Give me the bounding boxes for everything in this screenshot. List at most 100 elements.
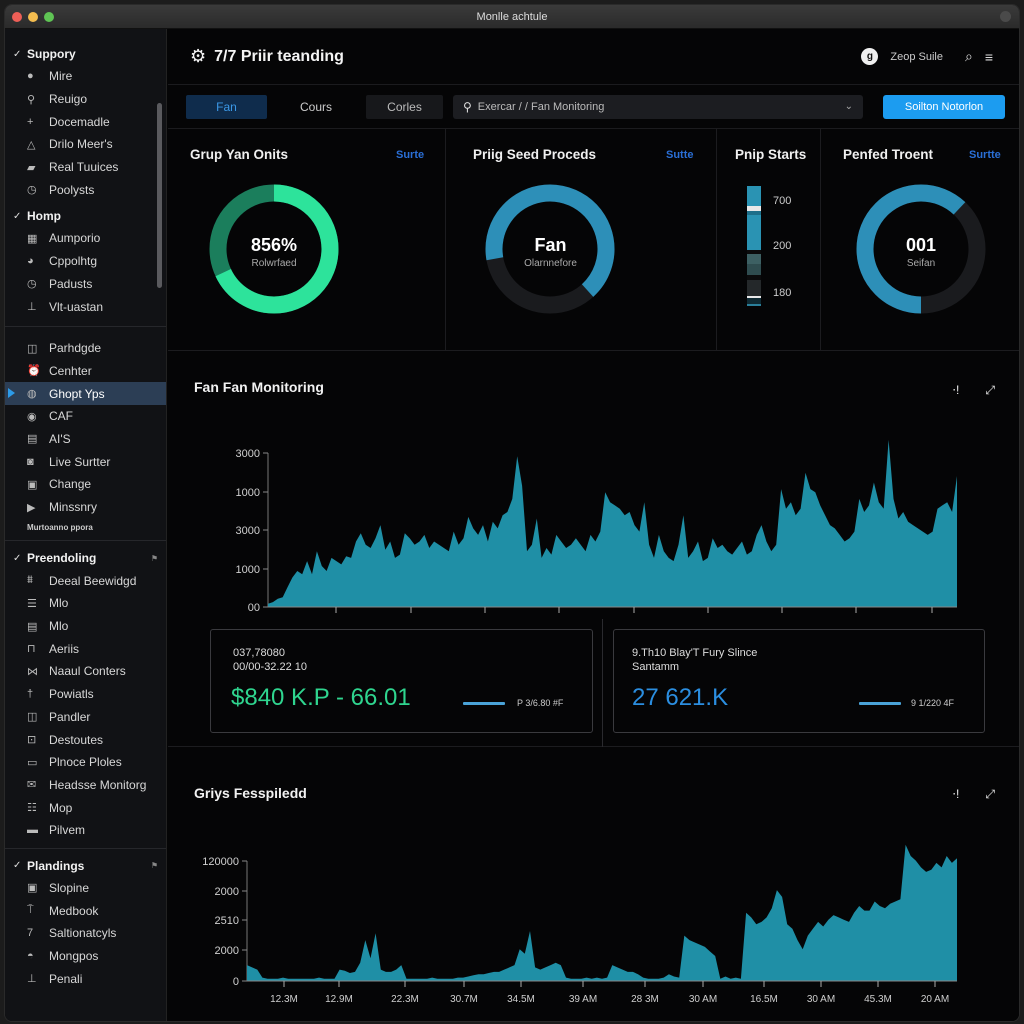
chevron-down-icon: ✓ bbox=[13, 552, 22, 564]
window-menu-button[interactable] bbox=[1000, 11, 1011, 22]
sidebar-item[interactable]: ◓ Mongpos bbox=[5, 945, 166, 968]
sidebar-item[interactable]: ◉ CAF bbox=[5, 405, 166, 428]
card-link[interactable]: Surte bbox=[396, 149, 424, 161]
y-tick-label: 1000 bbox=[236, 487, 260, 499]
sidebar-item[interactable]: ◫ Pandler bbox=[5, 706, 166, 729]
sidebar-item[interactable]: ▭ Plnoce Ploles bbox=[5, 751, 166, 774]
alarm-icon: ⏰ bbox=[27, 365, 41, 378]
sidebar-item[interactable]: ⏰ Cenhter bbox=[5, 360, 166, 383]
sidebar-item[interactable]: ⋈ Naaul Conters bbox=[5, 660, 166, 683]
y-tick-label: 3000 bbox=[236, 525, 260, 537]
sidebar-item[interactable]: ⚲ Reuigo bbox=[5, 88, 166, 111]
sidebar-item[interactable]: ▣ Change bbox=[5, 473, 166, 496]
sidebar-item[interactable]: ▣ Slopine bbox=[5, 877, 166, 900]
user-name[interactable]: Zeop Suile bbox=[890, 51, 943, 63]
x-tick-label: 16.5M bbox=[750, 994, 778, 1005]
document-icon: ▤ bbox=[27, 433, 38, 446]
sidebar-section-header[interactable]: ✓ Preendoling ⚑ bbox=[5, 547, 166, 569]
sidebar-item[interactable]: ● Mire bbox=[5, 65, 166, 88]
sidebar-subgroup-toggle[interactable]: Murtoanno ppora bbox=[5, 518, 166, 536]
sidebar-item[interactable]: ⩩ Deeal Beewidgd bbox=[5, 569, 166, 592]
sidebar-item[interactable]: △ Drilo Meer's bbox=[5, 133, 166, 156]
globe-icon: ◍ bbox=[27, 388, 37, 401]
sidebar-item[interactable]: ▬ Pilvem bbox=[5, 819, 166, 842]
user-area: g Zeop Suile ⌕ ≡ bbox=[861, 48, 993, 65]
stat-card: 9.Th10 Blay'T Fury Slince Santamm 27 621… bbox=[613, 629, 985, 733]
sidebar-item[interactable]: ⍑ Medbook bbox=[5, 899, 166, 922]
pin-icon[interactable]: ⚑ bbox=[151, 861, 158, 870]
stat-card: 037,78080 00/00-32.22 10 $840 K.P - 66.0… bbox=[210, 629, 593, 733]
primary-action-button[interactable]: Soilton Notorlon bbox=[883, 94, 1005, 119]
menu-icon[interactable]: ≡ bbox=[985, 49, 993, 65]
x-tick-label: 30.7M bbox=[450, 994, 478, 1005]
level-bar bbox=[747, 186, 761, 314]
x-tick-label: 30 AM bbox=[807, 994, 835, 1005]
sidebar-item-label: Vlt-uastan bbox=[49, 299, 104, 314]
sidebar-item-label: Minssnry bbox=[49, 500, 98, 515]
tab-cours[interactable]: Cours bbox=[267, 95, 365, 119]
level-label: 700 bbox=[773, 195, 792, 207]
window-title: Monlle achtule bbox=[476, 11, 548, 23]
sidebar-section-header[interactable]: ✓ Suppory bbox=[5, 43, 166, 65]
eye-icon: ◉ bbox=[27, 410, 37, 423]
sidebar-item[interactable]: ⊥ Penali bbox=[5, 967, 166, 990]
sidebar-item[interactable]: ◫ Parhdgde bbox=[5, 337, 166, 360]
sidebar-item-label: Live Surtter bbox=[49, 454, 111, 469]
sidebar-item[interactable]: † Powiatls bbox=[5, 683, 166, 706]
donut-value: Fan bbox=[534, 235, 567, 255]
sidebar-item[interactable]: ▤ Mlo bbox=[5, 615, 166, 638]
tab-corles[interactable]: Corles bbox=[366, 94, 443, 119]
lock-icon: ⊓ bbox=[27, 643, 36, 656]
sidebar-item[interactable]: 7 Saltionatcyls bbox=[5, 922, 166, 945]
sidebar-item-label: Pilvem bbox=[49, 823, 86, 838]
card-link[interactable]: Sutte bbox=[666, 149, 694, 161]
top-bar: ⚙ 7/7 Priir teanding g Zeop Suile ⌕ ≡ bbox=[168, 29, 1019, 85]
sidebar-item[interactable]: ▤ AI'S bbox=[5, 428, 166, 451]
sidebar-item[interactable]: ▶ Minssnry bbox=[5, 496, 166, 519]
stat-meta: 9 1/220 4F bbox=[911, 698, 955, 708]
area-series bbox=[268, 439, 957, 607]
calendar-icon: ▦ bbox=[27, 232, 38, 245]
sidebar-section-header[interactable]: ✓ Homp bbox=[5, 205, 166, 227]
stat-value: 27 621.K bbox=[632, 684, 729, 711]
search-input[interactable]: ⚲ Exercar / / Fan Monitoring ⌄ bbox=[453, 94, 863, 119]
card-link[interactable]: Surtte bbox=[969, 149, 1001, 161]
search-icon[interactable]: ⌕ bbox=[965, 48, 973, 65]
pin-icon[interactable]: ⚑ bbox=[151, 554, 158, 563]
plus-icon: + bbox=[27, 115, 34, 128]
sidebar-item[interactable]: ✉ Headsse Monitorg bbox=[5, 774, 166, 797]
sidebar-item[interactable]: ☷ Mop bbox=[5, 796, 166, 819]
x-tick-label: 12.9M bbox=[325, 994, 353, 1005]
sidebar-item[interactable]: ◙ Live Surtter bbox=[5, 450, 166, 473]
sidebar-item[interactable]: ☰ Mlo bbox=[5, 592, 166, 615]
sidebar-item[interactable]: ⊡ Destoutes bbox=[5, 728, 166, 751]
x-tick-label: 28 3M bbox=[631, 994, 659, 1005]
sidebar-divider bbox=[5, 540, 166, 542]
sidebar: ✓ Suppory ● Mire ⚲ Reuigo + Docemadle △ Drilo Mee… bbox=[5, 29, 167, 1021]
sidebar-item-label: Poolysts bbox=[49, 182, 95, 197]
x-tick-label: 39 AM bbox=[569, 994, 597, 1005]
card-title: Penfed Troent bbox=[843, 147, 934, 162]
y-tick-label: 120000 bbox=[202, 856, 239, 868]
sidebar-item[interactable]: + Docemadle bbox=[5, 110, 166, 133]
sidebar-section-header[interactable]: ✓ Plandings ⚑ bbox=[5, 855, 166, 877]
stat-meta-lines: 9.Th10 Blay'T Fury Slince Santamm bbox=[632, 646, 757, 674]
sidebar-item-label: Docemadle bbox=[49, 114, 110, 129]
sidebar-item[interactable]: ◷ Padusts bbox=[5, 273, 166, 296]
seven-icon: 7 bbox=[27, 927, 34, 940]
fan-monitoring-panel: Fan Fan Monitoring ⋅! ⤢ 3000 1000 3000 1000… bbox=[168, 351, 1019, 619]
y-tick-label: 2000 bbox=[215, 886, 239, 898]
sidebar-item[interactable]: ▰ Real Tuuices bbox=[5, 156, 166, 179]
sidebar-item[interactable]: ◷ Poolysts bbox=[5, 178, 166, 201]
chevron-down-icon[interactable]: ⌄ bbox=[845, 101, 853, 112]
sidebar-item[interactable]: ⊓ Aeriis bbox=[5, 637, 166, 660]
avatar[interactable]: g bbox=[861, 48, 879, 65]
mail-icon: ✉ bbox=[27, 779, 37, 792]
sidebar-item-label: Destoutes bbox=[49, 732, 104, 747]
sidebar-item-label: Parhdgde bbox=[49, 341, 102, 356]
sidebar-item-label: Naaul Conters bbox=[49, 664, 126, 679]
sidebar-item-label: Medbook bbox=[49, 903, 99, 918]
tab-fan[interactable]: Fan bbox=[186, 94, 267, 119]
sidebar-item[interactable]: ⊥ Vlt-uastan bbox=[5, 295, 166, 318]
sidebar-item[interactable]: ◍ Ghopt Yps bbox=[5, 382, 166, 405]
